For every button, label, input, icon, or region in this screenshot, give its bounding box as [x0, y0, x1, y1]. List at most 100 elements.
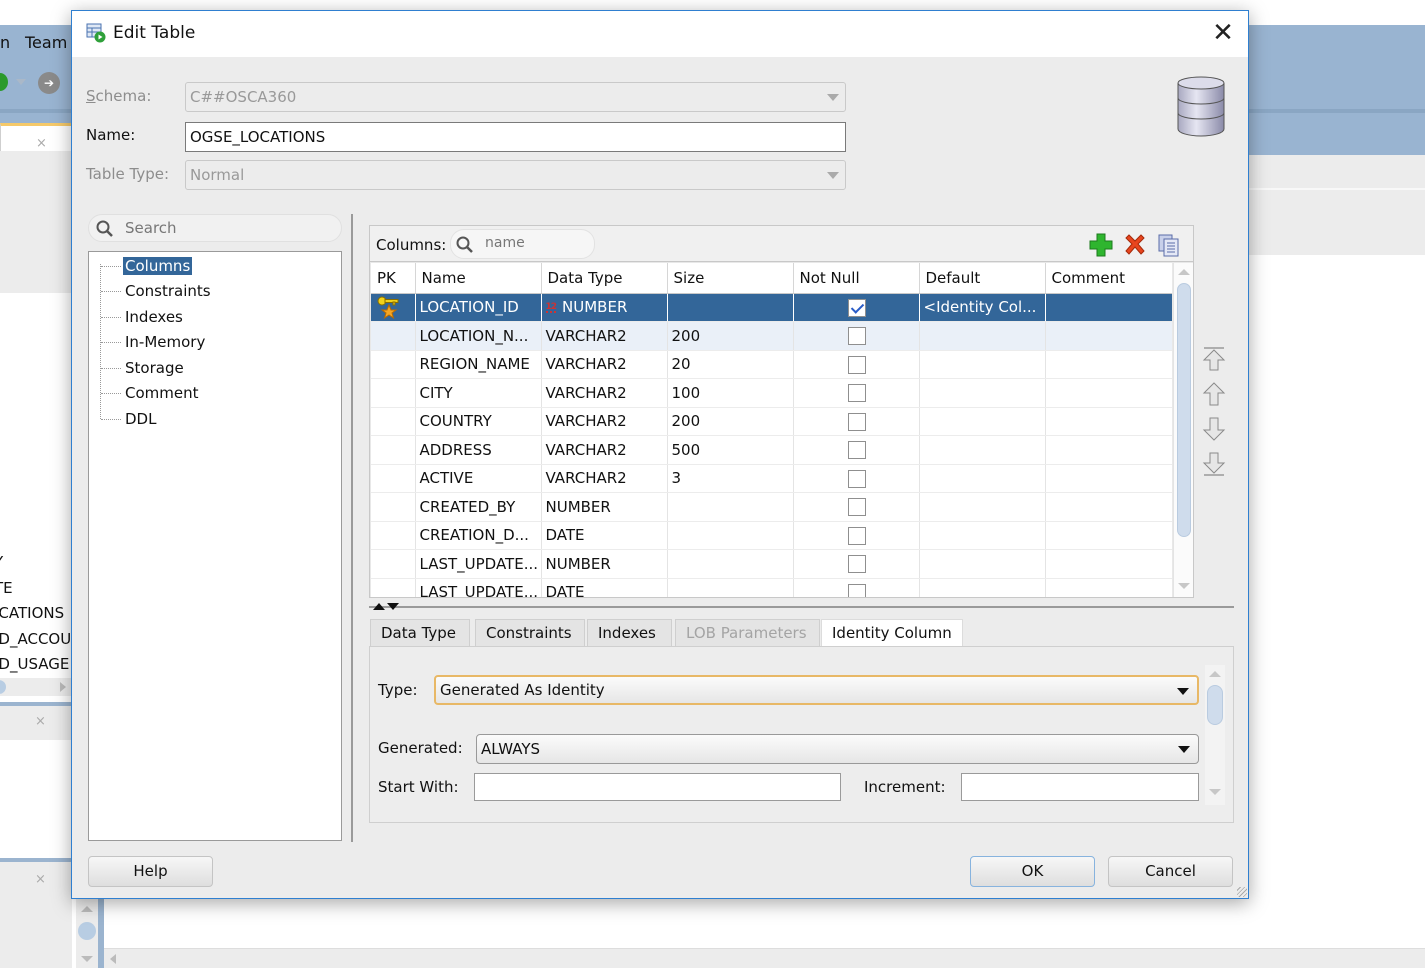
size-cell[interactable]: [667, 578, 794, 597]
not-null-checkbox[interactable]: [848, 526, 866, 545]
data-type-cell[interactable]: VARCHAR2: [541, 378, 668, 408]
comment-cell[interactable]: [1045, 492, 1172, 522]
column-row[interactable]: ACTIVE VARCHAR2 3: [371, 464, 1172, 493]
default-cell[interactable]: [919, 435, 1046, 465]
size-cell[interactable]: 20: [667, 350, 794, 379]
comment-cell[interactable]: [1045, 549, 1172, 579]
nav-item-comment[interactable]: Comment: [101, 382, 201, 404]
comment-cell[interactable]: [1045, 435, 1172, 465]
header-pk[interactable]: PK: [371, 263, 416, 294]
identity-type-select[interactable]: Generated As Identity: [434, 675, 1199, 705]
columns-scrollbar[interactable]: [1173, 263, 1193, 597]
list-item[interactable]: ID_ACCOU: [0, 627, 72, 653]
detail-splitter[interactable]: [369, 603, 1234, 611]
scroll-right-icon[interactable]: [60, 682, 66, 692]
name-cell[interactable]: LOCATION_N...: [415, 321, 542, 351]
name-cell[interactable]: LAST_UPDATE...: [415, 549, 542, 579]
name-cell[interactable]: CREATED_BY: [415, 492, 542, 522]
tab-constraints[interactable]: Constraints: [475, 619, 585, 647]
expand-up-icon[interactable]: [373, 603, 385, 610]
data-type-cell[interactable]: VARCHAR2: [541, 435, 668, 465]
name-cell[interactable]: ADDRESS: [415, 435, 542, 465]
not-null-checkbox[interactable]: [848, 298, 866, 317]
data-type-cell[interactable]: VARCHAR2: [541, 321, 668, 351]
name-cell[interactable]: CITY: [415, 378, 542, 408]
name-cell[interactable]: CREATION_D...: [415, 521, 542, 550]
not-null-checkbox[interactable]: [848, 583, 866, 597]
not-null-checkbox[interactable]: [848, 498, 866, 516]
forward-icon[interactable]: ➔: [38, 72, 60, 94]
default-cell[interactable]: [919, 350, 1046, 379]
not-null-checkbox[interactable]: [848, 555, 866, 573]
identity-panel-scrollbar[interactable]: [1205, 665, 1225, 805]
name-cell[interactable]: COUNTRY: [415, 407, 542, 436]
list-item[interactable]: ICATIONS: [0, 601, 72, 627]
size-cell[interactable]: [667, 521, 794, 550]
column-row[interactable]: LOCATION_N... VARCHAR2 200: [371, 321, 1172, 351]
close-tab-icon[interactable]: ×: [36, 131, 47, 157]
not-null-checkbox[interactable]: [848, 412, 866, 431]
start-with-input[interactable]: [474, 773, 841, 801]
ide-vertical-scrollbar[interactable]: [76, 898, 98, 968]
size-cell[interactable]: 500: [667, 435, 794, 465]
comment-cell[interactable]: [1045, 293, 1172, 322]
default-cell[interactable]: <Identity Col...: [919, 293, 1046, 322]
default-cell[interactable]: [919, 492, 1046, 522]
nav-item-ddl[interactable]: DDL: [101, 408, 158, 430]
scroll-up-icon[interactable]: [1209, 671, 1221, 677]
comment-cell[interactable]: [1045, 521, 1172, 550]
pk-cell[interactable]: [371, 407, 416, 436]
column-row[interactable]: REGION_NAME VARCHAR2 20: [371, 350, 1172, 379]
scroll-down-icon[interactable]: [1178, 583, 1190, 589]
tab-indexes[interactable]: Indexes: [587, 619, 672, 647]
pk-cell[interactable]: [371, 378, 416, 408]
not-null-checkbox[interactable]: [848, 469, 866, 488]
list-item[interactable]: ID_USAGE: [0, 652, 72, 678]
ide-bottom-scrollbar[interactable]: [104, 948, 1425, 968]
expand-down-icon[interactable]: [387, 603, 399, 610]
splitter[interactable]: [351, 214, 353, 842]
pk-cell[interactable]: [371, 293, 416, 322]
header-size[interactable]: Size: [667, 263, 794, 294]
help-button[interactable]: Help: [88, 856, 213, 887]
add-column-icon[interactable]: [1088, 232, 1114, 258]
data-type-cell[interactable]: NUMBER: [541, 492, 668, 522]
list-item[interactable]: TE: [0, 576, 72, 602]
ide-panel-tab[interactable]: ×: [0, 123, 72, 151]
column-row[interactable]: LOCATION_ID 12 NUMBER <Identity Col...: [371, 293, 1172, 322]
close-tab-icon[interactable]: ×: [35, 872, 46, 887]
scrollbar-thumb[interactable]: [1207, 685, 1223, 725]
comment-cell[interactable]: [1045, 578, 1172, 597]
not-null-checkbox[interactable]: [848, 327, 866, 345]
pk-cell[interactable]: [371, 435, 416, 465]
list-item[interactable]: Y: [0, 550, 72, 576]
close-tab-icon[interactable]: ×: [35, 714, 46, 729]
resize-grip[interactable]: [1237, 887, 1247, 897]
size-cell[interactable]: 100: [667, 378, 794, 408]
generated-select[interactable]: ALWAYS: [476, 734, 1199, 764]
size-cell[interactable]: 200: [667, 407, 794, 436]
dropdown-arrow-icon[interactable]: [16, 79, 26, 85]
not-null-checkbox[interactable]: [848, 355, 866, 374]
header-default[interactable]: Default: [919, 263, 1046, 294]
column-row[interactable]: ADDRESS VARCHAR2 500: [371, 435, 1172, 465]
scroll-down-icon[interactable]: [1209, 789, 1221, 795]
move-to-top-icon[interactable]: [1202, 346, 1226, 372]
name-cell[interactable]: LOCATION_ID: [415, 293, 542, 322]
size-cell[interactable]: [667, 549, 794, 579]
comment-cell[interactable]: [1045, 407, 1172, 436]
column-row[interactable]: CREATION_D... DATE: [371, 521, 1172, 550]
comment-cell[interactable]: [1045, 350, 1172, 379]
data-type-cell[interactable]: 12 NUMBER: [541, 293, 668, 322]
data-type-cell[interactable]: NUMBER: [541, 549, 668, 579]
nav-item-constraints[interactable]: Constraints: [101, 280, 213, 302]
default-cell[interactable]: [919, 549, 1046, 579]
default-cell[interactable]: [919, 578, 1046, 597]
tab-data-type[interactable]: Data Type: [370, 619, 470, 647]
ide-menu-partial[interactable]: n: [0, 33, 10, 52]
column-row[interactable]: CREATED_BY NUMBER: [371, 492, 1172, 522]
navigator-search-input[interactable]: Search: [88, 214, 342, 242]
scrollbar-thumb[interactable]: [1177, 283, 1191, 537]
column-row[interactable]: LAST_UPDATE... DATE: [371, 578, 1172, 597]
header-name[interactable]: Name: [415, 263, 542, 294]
